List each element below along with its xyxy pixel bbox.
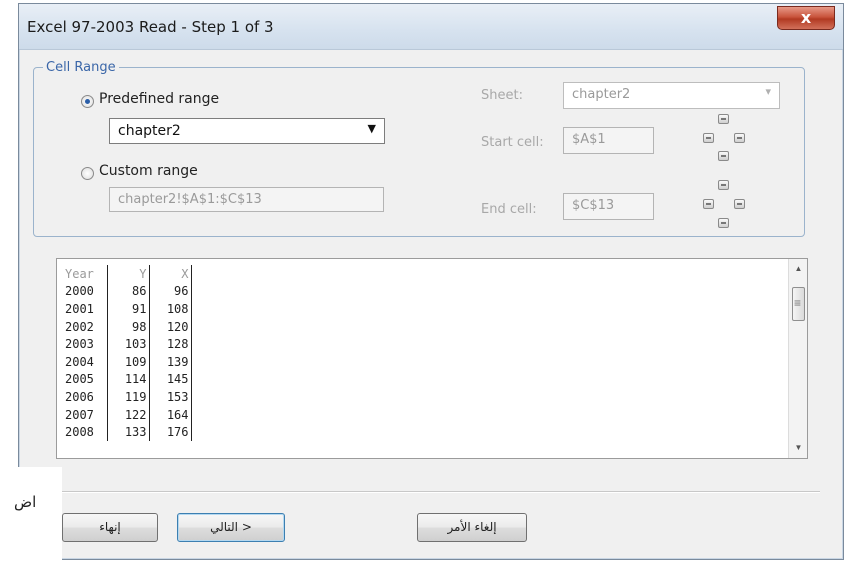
cell: 86 [107,282,150,301]
vertical-scrollbar[interactable]: ▲ ▼ [788,259,807,458]
preview-table: Year Y X 2000 86 96 2001 91 108 2002 98 … [63,265,192,441]
cell: 128 [149,335,192,353]
cell: 133 [107,423,150,441]
header-cell: Y [107,265,150,283]
table-row: 2004 109 139 [63,352,192,371]
header-cell: X [149,265,192,283]
window-title: Excel 97-2003 Read - Step 1 of 3 [27,18,274,36]
cell: 153 [149,388,192,406]
cell: 2005 [63,370,108,389]
title-bar: Excel 97-2003 Read - Step 1 of 3 x [19,4,843,50]
custom-range-input[interactable]: chapter2!$A$1:$C$13 [109,187,384,212]
cell: 2002 [63,317,108,336]
nav-down-icon[interactable] [718,151,729,161]
nav-up-icon[interactable] [718,180,729,190]
cell: 108 [149,300,192,318]
cell-range-legend: Cell Range [43,60,119,75]
data-preview[interactable]: Year Y X 2000 86 96 2001 91 108 2002 98 … [56,258,808,459]
cell: 164 [149,405,192,424]
cell: 145 [149,370,192,389]
close-button[interactable]: x [777,6,835,30]
cell: 2004 [63,352,108,371]
overlay-text: اض [14,493,37,511]
cell: 2006 [63,388,108,406]
cell: 176 [149,423,192,441]
cell: 139 [149,352,192,371]
table-row: 2008 133 176 [63,423,192,441]
nav-down-icon[interactable] [718,218,729,228]
sheet-label: Sheet: [481,88,523,103]
table-row: 2002 98 120 [63,317,192,336]
cell: 109 [107,352,150,371]
start-cell-input[interactable]: $A$1 [563,127,654,154]
sheet-value: chapter2 [572,87,631,102]
cell: 120 [149,317,192,336]
table-row: 2000 86 96 [63,282,192,301]
scroll-thumb[interactable] [792,287,805,321]
nav-right-icon[interactable] [734,199,745,209]
cell: 103 [107,335,150,353]
cell: 122 [107,405,150,424]
header-cell: Year [63,265,108,283]
custom-range-label: Custom range [99,163,198,179]
cell: 2003 [63,335,108,353]
cell: 114 [107,370,150,389]
custom-range-radio[interactable] [81,167,94,180]
chevron-down-icon: ▾ [765,85,771,98]
chevron-down-icon: ▼ [367,122,376,135]
table-row: 2007 122 164 [63,405,192,424]
table-row: 2006 119 153 [63,388,192,406]
predefined-range-label: Predefined range [99,91,220,107]
predefined-range-radio[interactable] [81,95,94,108]
nav-left-icon[interactable] [703,133,714,143]
nav-right-icon[interactable] [734,133,745,143]
cell: 119 [107,388,150,406]
sheet-select[interactable]: chapter2 ▾ [563,82,780,109]
scroll-up-icon[interactable]: ▲ [789,261,807,277]
table-row: 2005 114 145 [63,370,192,389]
table-row: 2003 103 128 [63,335,192,353]
end-cell-input[interactable]: $C$13 [563,193,654,220]
nav-left-icon[interactable] [703,199,714,209]
cell: 98 [107,317,150,336]
preview-header-row: Year Y X [63,265,192,283]
nav-up-icon[interactable] [718,114,729,124]
finish-button[interactable]: إنهاء [62,513,158,542]
scroll-down-icon[interactable]: ▼ [789,440,807,456]
predefined-range-value: chapter2 [118,123,181,139]
cell: 2008 [63,423,108,441]
end-cell-label: End cell: [481,202,537,217]
cell: 91 [107,300,150,318]
cell: 2000 [63,282,108,301]
cancel-button[interactable]: إلغاء الأمر [417,513,527,542]
cell: 2001 [63,300,108,318]
cell: 96 [149,282,192,301]
overlay-fragment [0,467,62,566]
predefined-range-select[interactable]: chapter2 ▼ [109,118,385,144]
cell: 2007 [63,405,108,424]
separator-line [56,491,820,493]
next-button[interactable]: التالي > [177,513,285,542]
table-row: 2001 91 108 [63,300,192,318]
start-cell-label: Start cell: [481,135,544,150]
